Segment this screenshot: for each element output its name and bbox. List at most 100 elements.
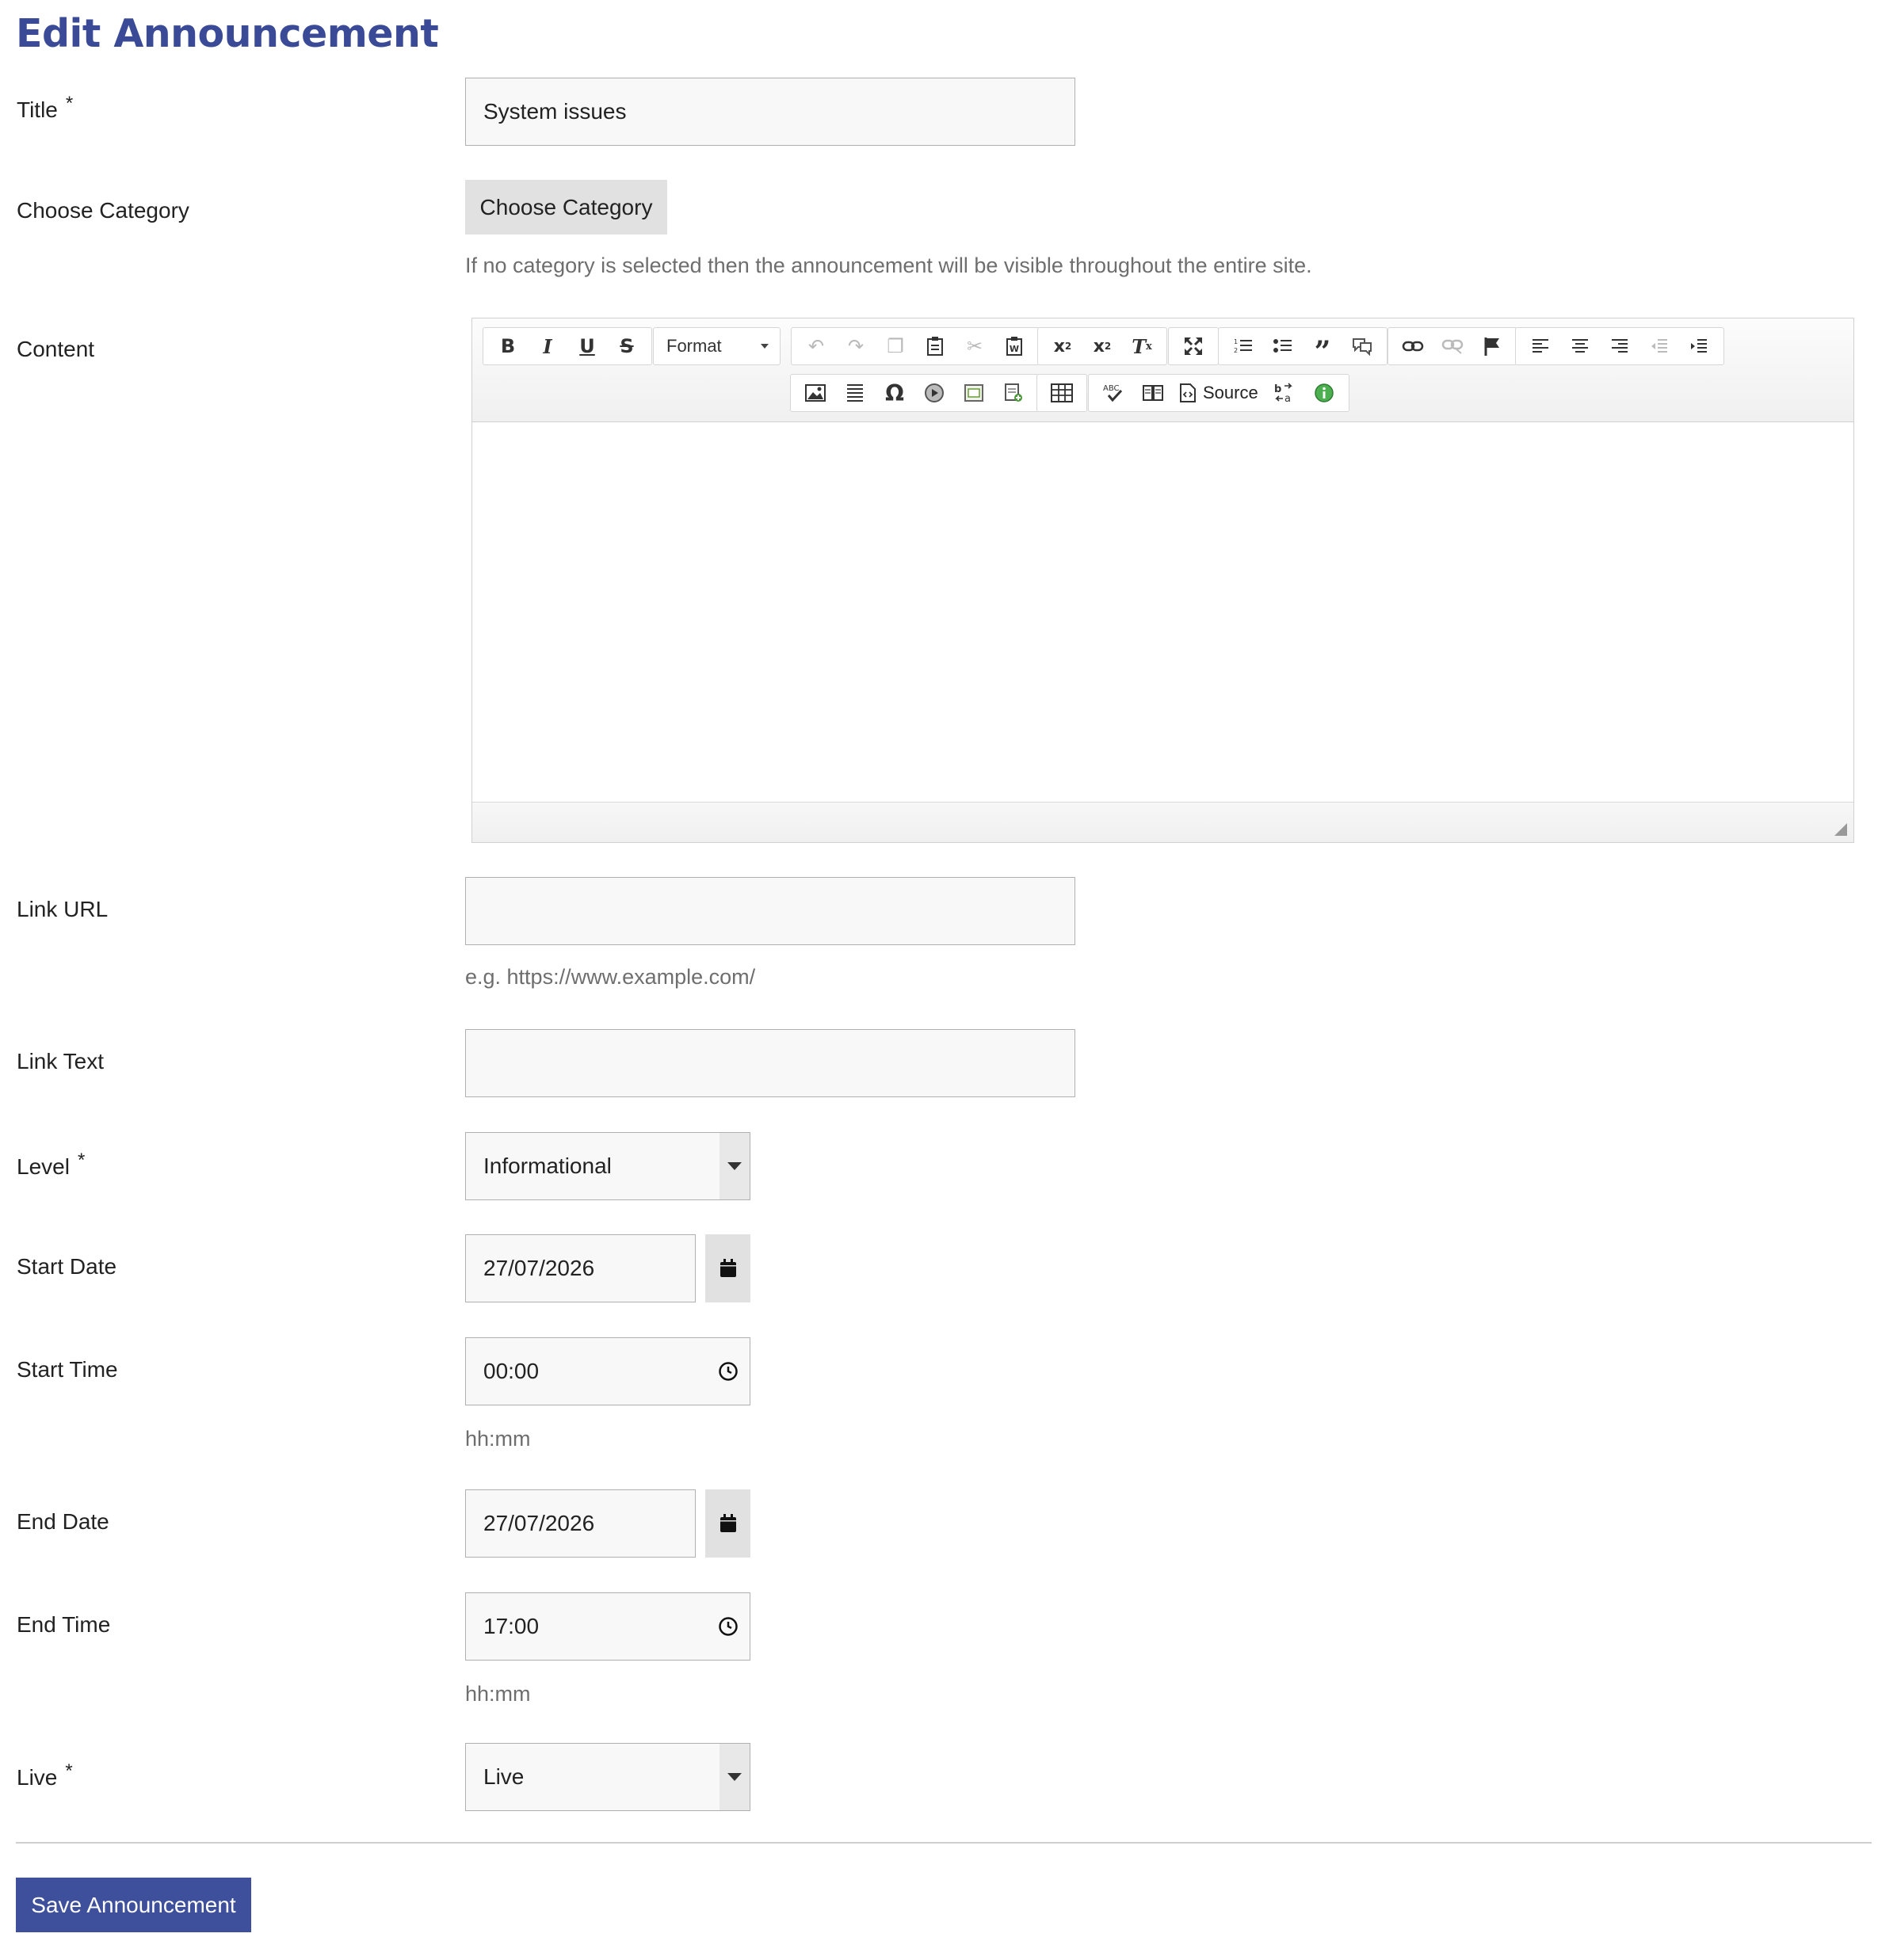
- category-label: Choose Category: [17, 198, 189, 223]
- spellcheck-icon[interactable]: ABC: [1094, 377, 1133, 409]
- end-time-label: End Time: [17, 1612, 111, 1637]
- clock-icon[interactable]: [718, 1361, 739, 1382]
- superscript-icon[interactable]: x2: [1082, 330, 1122, 362]
- link-text-label: Link Text: [17, 1049, 104, 1073]
- start-time-value: 00:00: [483, 1359, 540, 1383]
- live-label-text: Live: [17, 1765, 58, 1790]
- category-help: If no category is selected then the anno…: [465, 254, 1312, 277]
- strikethrough-icon[interactable]: S: [607, 330, 647, 362]
- required-mark: *: [65, 93, 74, 114]
- level-select-value: Informational: [483, 1154, 612, 1178]
- end-date-value: 27/07/2026: [483, 1511, 595, 1535]
- bulleted-list-icon[interactable]: [1263, 330, 1303, 362]
- iframe-icon[interactable]: [954, 377, 994, 409]
- svg-text:b: b: [1274, 383, 1281, 395]
- align-center-icon[interactable]: [1560, 330, 1600, 362]
- link-text-input[interactable]: [465, 1029, 1075, 1097]
- copy-icon[interactable]: ❐: [876, 330, 915, 362]
- svg-text:ABC: ABC: [1103, 384, 1120, 393]
- editor-content-area[interactable]: [472, 422, 1853, 803]
- content-label: Content: [17, 337, 95, 361]
- special-character-icon[interactable]: Ω: [875, 377, 914, 409]
- toolbar-group-basic: B I U S: [483, 327, 652, 365]
- toolbar-group-clipboard: ↶ ↷ ❐ ✂ W: [791, 327, 1040, 365]
- align-left-icon[interactable]: [1521, 330, 1560, 362]
- undo-icon[interactable]: ↶: [796, 330, 836, 362]
- maximize-icon[interactable]: [1174, 330, 1213, 362]
- comment-icon[interactable]: [1342, 330, 1382, 362]
- resize-handle-icon[interactable]: [1834, 823, 1847, 836]
- end-date-input[interactable]: 27/07/2026: [465, 1489, 696, 1558]
- end-date-calendar-button[interactable]: [705, 1489, 750, 1558]
- editor-status-bar: [472, 802, 1853, 842]
- image-icon[interactable]: [796, 377, 835, 409]
- start-date-calendar-button[interactable]: [705, 1234, 750, 1302]
- title-input[interactable]: System issues: [465, 78, 1075, 146]
- level-select[interactable]: Informational: [465, 1132, 750, 1200]
- link-url-input[interactable]: [465, 877, 1075, 945]
- toolbar-group-view: [1168, 327, 1219, 365]
- level-label-text: Level: [17, 1154, 70, 1179]
- start-time-input[interactable]: 00:00: [465, 1337, 750, 1405]
- required-mark: *: [65, 1760, 73, 1782]
- source-button-label: Source: [1203, 383, 1258, 402]
- toolbar-group-script: x2 x2 Tx: [1037, 327, 1167, 365]
- language-direction-icon[interactable]: ba: [1265, 377, 1304, 409]
- link-url-help: e.g. https://www.example.com/: [465, 965, 756, 989]
- cut-icon[interactable]: ✂: [955, 330, 994, 362]
- source-button[interactable]: Source: [1173, 377, 1265, 409]
- paste-from-word-icon[interactable]: W: [994, 330, 1034, 362]
- start-time-label: Start Time: [17, 1357, 118, 1382]
- svg-text:2: 2: [1234, 347, 1238, 354]
- template-icon[interactable]: [994, 377, 1033, 409]
- title-label: Title *: [17, 93, 73, 123]
- rich-text-editor: B I U S Format ↶ ↷ ❐ ✂ W x2 x2 Tx 12 ” Ω…: [471, 318, 1854, 843]
- save-announcement-button[interactable]: Save Announcement: [16, 1878, 251, 1932]
- blockquote-icon[interactable]: ”: [1303, 330, 1342, 366]
- start-time-help: hh:mm: [465, 1427, 531, 1451]
- format-dropdown[interactable]: Format: [655, 330, 778, 362]
- subscript-icon[interactable]: x2: [1043, 330, 1082, 362]
- required-mark: *: [77, 1150, 86, 1171]
- svg-text:a: a: [1284, 393, 1291, 403]
- anchor-flag-icon[interactable]: [1472, 330, 1512, 362]
- end-time-input[interactable]: 17:00: [465, 1592, 750, 1661]
- table-icon[interactable]: [1042, 377, 1082, 409]
- info-about-icon[interactable]: [1304, 377, 1344, 409]
- bold-icon[interactable]: B: [488, 330, 528, 362]
- toolbar-group-align: [1515, 327, 1724, 365]
- remove-format-icon[interactable]: Tx: [1122, 330, 1162, 362]
- redo-icon[interactable]: ↷: [836, 330, 876, 362]
- chevron-down-icon: [761, 344, 769, 349]
- form-divider: [16, 1842, 1872, 1844]
- dictionary-book-icon[interactable]: [1133, 377, 1173, 409]
- indent-icon[interactable]: [1679, 330, 1719, 362]
- svg-text:1: 1: [1234, 338, 1238, 345]
- underline-icon[interactable]: U: [567, 330, 607, 362]
- choose-category-button[interactable]: Choose Category: [465, 180, 667, 235]
- calendar-icon: [720, 1514, 736, 1532]
- calendar-icon: [720, 1259, 736, 1277]
- media-embed-icon[interactable]: [914, 377, 954, 409]
- toolbar-group-table: [1036, 374, 1087, 412]
- paste-icon[interactable]: [915, 330, 955, 362]
- unlink-icon[interactable]: [1433, 330, 1472, 362]
- toolbar-group-format: Format: [653, 327, 781, 365]
- link-icon[interactable]: [1393, 330, 1433, 362]
- chevron-down-icon: [720, 1133, 750, 1199]
- toolbar-group-tools: ABC Source ba: [1088, 374, 1349, 412]
- start-date-value: 27/07/2026: [483, 1256, 595, 1280]
- numbered-list-icon[interactable]: 12: [1223, 330, 1263, 362]
- italic-icon[interactable]: I: [528, 330, 567, 362]
- start-date-input[interactable]: 27/07/2026: [465, 1234, 696, 1302]
- align-right-icon[interactable]: [1600, 330, 1639, 362]
- horizontal-rule-icon[interactable]: [835, 377, 875, 409]
- live-label: Live *: [17, 1760, 73, 1790]
- outdent-icon[interactable]: [1639, 330, 1679, 362]
- clock-icon[interactable]: [718, 1616, 739, 1637]
- end-time-help: hh:mm: [465, 1682, 531, 1706]
- start-date-label: Start Date: [17, 1254, 117, 1279]
- title-input-value: System issues: [483, 99, 627, 124]
- live-select[interactable]: Live: [465, 1743, 750, 1811]
- toolbar-group-links: [1388, 327, 1517, 365]
